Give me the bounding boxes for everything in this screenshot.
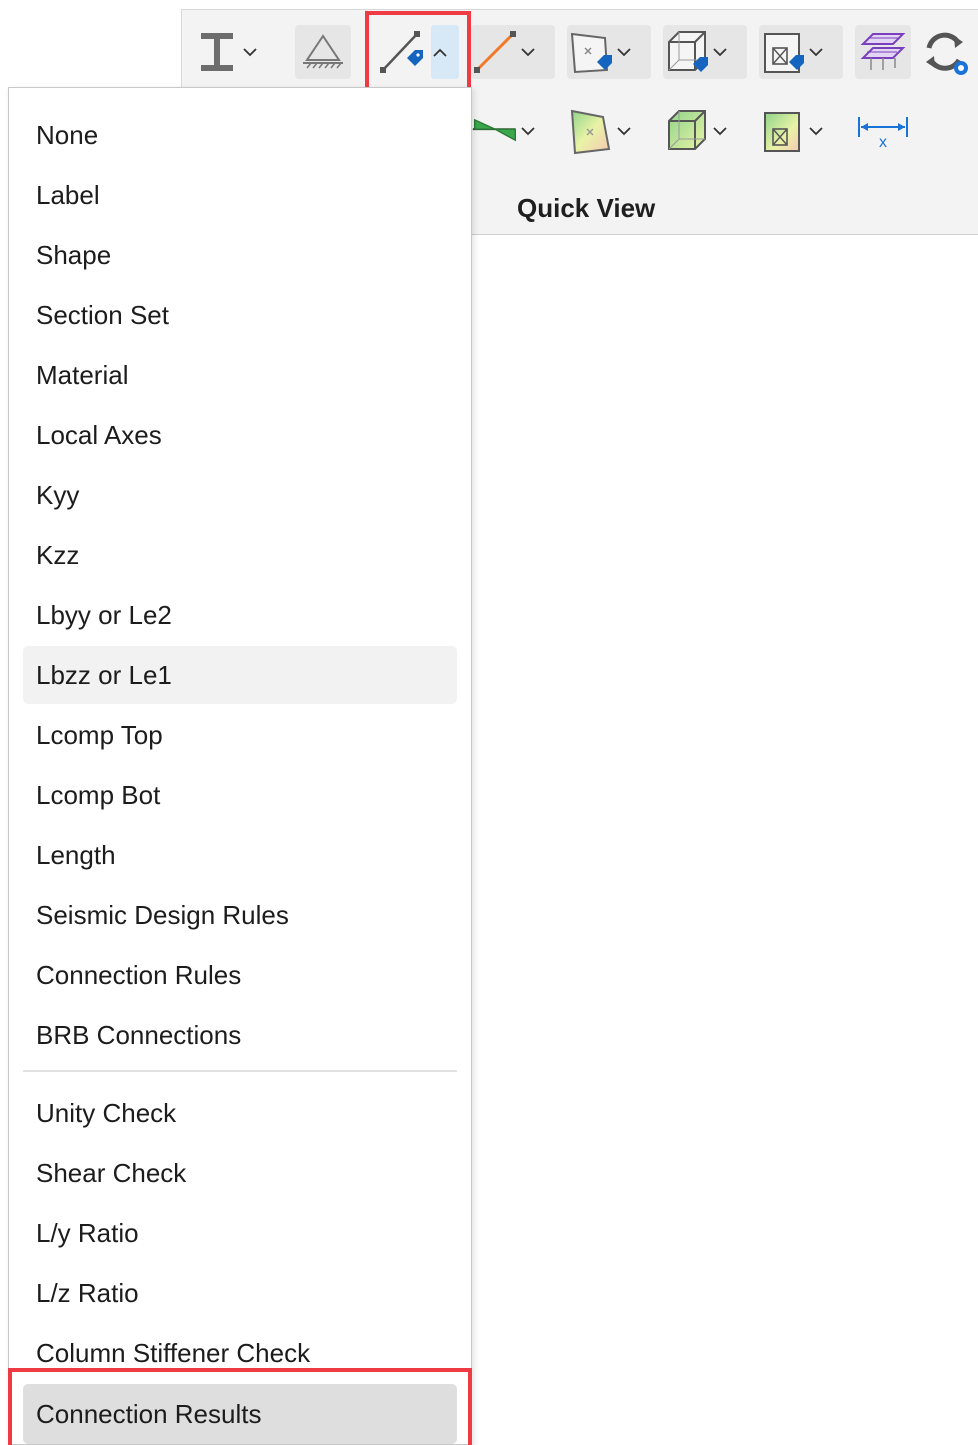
panel-labels-dropdown-button[interactable] (567, 25, 651, 79)
menu-item-brb-connections[interactable]: BRB Connections (23, 1006, 457, 1064)
wall-contour-icon (759, 107, 807, 155)
panel-tag-icon (567, 28, 615, 76)
supports-button[interactable] (295, 25, 351, 79)
chevron-down-icon (519, 126, 537, 136)
menu-item-lcomp-bot[interactable]: Lcomp Bot (23, 766, 457, 824)
menu-item-lbzz[interactable]: Lbzz or Le1 (23, 646, 457, 704)
highlight-outline-toolbar (365, 11, 471, 87)
member-shape-dropdown-button[interactable] (193, 25, 259, 79)
svg-text:x: x (879, 134, 887, 151)
menu-separator (23, 1070, 457, 1072)
member-diagram-dropdown-button[interactable] (471, 104, 537, 158)
menu-item-kyy[interactable]: Kyy (23, 466, 457, 524)
menu-item-section-set[interactable]: Section Set (23, 286, 457, 344)
member-diagram-icon (471, 107, 519, 155)
solid-tag-icon (663, 28, 711, 76)
chevron-down-icon (807, 126, 825, 136)
menu-item-none[interactable]: None (23, 106, 457, 164)
menu-item-unity-check[interactable]: Unity Check (23, 1084, 457, 1142)
i-beam-icon (193, 28, 241, 76)
solid-contour-icon (663, 107, 711, 155)
dimension-icon: x (855, 107, 911, 155)
chevron-down-icon (711, 126, 729, 136)
menu-item-material[interactable]: Material (23, 346, 457, 404)
menu-item-shape[interactable]: Shape (23, 226, 457, 284)
chevron-down-icon (807, 47, 825, 57)
ribbon-group-label: Quick View (517, 193, 656, 223)
menu-item-lz-ratio[interactable]: L/z Ratio (23, 1264, 457, 1322)
menu-item-label[interactable]: Label (23, 166, 457, 224)
chevron-down-icon (519, 47, 537, 57)
panel-contour-dropdown-button[interactable] (567, 104, 633, 158)
menu-item-ly-ratio[interactable]: L/y Ratio (23, 1204, 457, 1262)
member-line-icon (471, 28, 519, 76)
floor-layers-button[interactable] (855, 25, 911, 79)
chevron-down-icon (711, 47, 729, 57)
member-labels-menu: None Label Shape Section Set Material Lo… (8, 87, 472, 1445)
floor-layers-icon (855, 28, 911, 76)
panel-contour-icon (567, 107, 615, 155)
refresh-view-button[interactable] (921, 25, 969, 79)
solid-contour-dropdown-button[interactable] (663, 104, 729, 158)
wall-labels-dropdown-button[interactable] (759, 25, 843, 79)
menu-item-lbyy[interactable]: Lbyy or Le2 (23, 586, 457, 644)
menu-item-seismic-design-rules[interactable]: Seismic Design Rules (23, 886, 457, 944)
member-color-dropdown-button[interactable] (471, 25, 555, 79)
menu-item-local-axes[interactable]: Local Axes (23, 406, 457, 464)
menu-item-lcomp-top[interactable]: Lcomp Top (23, 706, 457, 764)
menu-item-shear-check[interactable]: Shear Check (23, 1144, 457, 1202)
wall-tag-icon (759, 28, 807, 76)
dimension-button[interactable]: x (855, 104, 911, 158)
chevron-down-icon (241, 47, 259, 57)
chevron-down-icon (615, 47, 633, 57)
refresh-view-icon (921, 28, 969, 76)
wall-contour-dropdown-button[interactable] (759, 104, 825, 158)
highlight-outline-menu-item (8, 1368, 472, 1445)
menu-item-kzz[interactable]: Kzz (23, 526, 457, 584)
menu-item-length[interactable]: Length (23, 826, 457, 884)
support-icon (295, 28, 351, 76)
solid-labels-dropdown-button[interactable] (663, 25, 747, 79)
menu-item-connection-rules[interactable]: Connection Rules (23, 946, 457, 1004)
chevron-down-icon (615, 126, 633, 136)
